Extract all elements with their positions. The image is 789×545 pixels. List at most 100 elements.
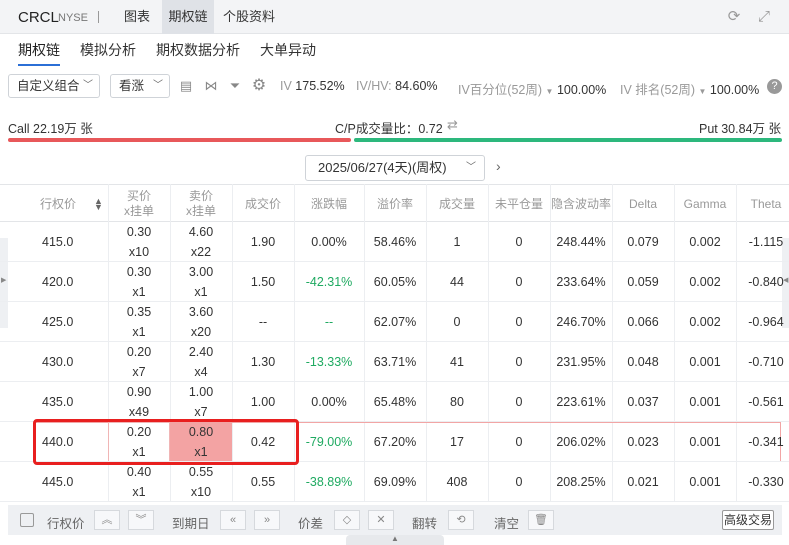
theta-cell: -1.115 [748, 235, 784, 249]
gamma-cell: 0.002 [689, 235, 721, 249]
bid-cell[interactable]: 0.30 x10 [108, 222, 170, 262]
volume-cell: 408 [446, 475, 468, 489]
col-premium[interactable]: 溢价率 [364, 185, 426, 223]
bid-cell[interactable]: 0.20 x7 [108, 342, 170, 382]
theta-cell: -0.330 [748, 475, 784, 489]
subtab-option-data-analysis[interactable]: 期权数据分析 [156, 40, 240, 60]
toolbar: 自定义组合 ﹀ 看涨 ﹀ ▤ ⋈ ⏷ ⚙ IV 175.52% IV/HV: 8… [0, 66, 789, 110]
col-bid[interactable]: 买价 x挂单 [108, 185, 170, 223]
call-volume: Call 22.19万 张 [8, 122, 93, 136]
col-delta[interactable]: Delta [612, 185, 674, 223]
open-interest-cell: 0 [515, 435, 523, 449]
delta-cell: 0.021 [627, 475, 659, 489]
split-view-icon[interactable]: ⋈ [203, 78, 219, 94]
iv-rank-metric[interactable]: IV 排名(52周) ▼ 100.00% [620, 79, 759, 98]
bid-cell[interactable]: 0.30 x1 [108, 262, 170, 302]
chevron-right-icon[interactable]: › [496, 158, 501, 174]
chevron-down-double-icon[interactable]: ︾ [128, 510, 154, 530]
bid-cell[interactable]: 0.35 x1 [108, 302, 170, 342]
close-icon[interactable]: ✕ [368, 510, 394, 530]
table-row[interactable]: 420.0 0.30 x1 3.00 x1 1.50 -42.31% 60.05% 44 0 2… [0, 262, 789, 302]
bid-cell[interactable]: 0.90 x49 [108, 382, 170, 422]
caret-down-icon: ▼ [545, 87, 554, 96]
put-volume: Put 30.84万 张 [699, 122, 781, 136]
table-row[interactable]: 435.0 0.90 x49 1.00 x7 1.00 0.00% 65.48% 80 0 22… [0, 382, 789, 422]
chevron-left-double-icon[interactable]: « [220, 510, 246, 530]
top-bar: CRCL NYSE 图表 期权链 个股资料 ⟳ ⤢ [0, 0, 789, 34]
panel-toggle-icon[interactable] [20, 513, 34, 527]
ask-cell[interactable]: 0.55 x10 [170, 462, 232, 502]
diamond-icon[interactable]: ◇ [334, 510, 360, 530]
col-ask[interactable]: 卖价 x挂单 [170, 185, 232, 223]
table-layout-icon[interactable]: ▤ [178, 78, 194, 94]
col-volume[interactable]: 成交量 [426, 185, 488, 223]
premium-cell: 60.05% [373, 275, 417, 289]
table-row[interactable]: 425.0 0.35 x1 3.60 x20 -- -- 62.07% 0 0 246.70% 0… [0, 302, 789, 342]
chevron-right-double-icon[interactable]: » [254, 510, 280, 530]
ask-cell[interactable]: 4.60 x22 [170, 222, 232, 262]
delta-cell: 0.059 [627, 275, 659, 289]
delta-cell: 0.023 [627, 435, 659, 449]
table-row[interactable]: 445.0 0.40 x1 0.55 x10 0.55 -38.89% 69.09% 408… [0, 462, 789, 502]
open-interest-cell: 0 [515, 275, 523, 289]
premium-cell: 67.20% [373, 435, 417, 449]
volume-cell: 1 [453, 235, 461, 249]
help-icon[interactable]: ? [767, 79, 782, 94]
iv-rank-value: 100.00% [709, 83, 760, 97]
expiry-select[interactable]: 2025/06/27(4天)(周权) ﹀ [305, 155, 485, 181]
subtab-block-trades[interactable]: 大单异动 [260, 40, 316, 60]
direction-select[interactable]: 看涨 ﹀ [110, 74, 170, 98]
col-change[interactable]: 涨跌幅 [294, 185, 364, 223]
iv-label: IV [280, 79, 292, 93]
col-theta[interactable]: Theta [736, 185, 789, 223]
gamma-cell: 0.001 [689, 395, 721, 409]
fullscreen-icon[interactable]: ⤢ [755, 8, 773, 26]
refresh-icon[interactable]: ⟲ [448, 510, 474, 530]
iv-cell: 246.70% [556, 315, 606, 329]
bottom-bar: 行权价 ︽ ︾ 到期日 « » 价差 ◇ ✕ 翻转 ⟲ 清空 🗑 高级交易 [8, 505, 782, 535]
col-strike[interactable]: 行权价 [8, 185, 108, 223]
combo-select[interactable]: 自定义组合 ﹀ [8, 74, 100, 98]
gear-icon[interactable]: ⚙ [251, 78, 267, 94]
bid-cell[interactable]: 0.40 x1 [108, 462, 170, 502]
tab-option-chain[interactable]: 期权链 [162, 0, 214, 34]
iv-percentile-metric[interactable]: IV百分位(52周) ▼ 100.00% [458, 79, 606, 98]
ask-cell[interactable]: 3.60 x20 [170, 302, 232, 342]
theta-cell: -0.964 [748, 315, 784, 329]
put-bar [354, 138, 782, 142]
ask-cell[interactable]: 3.00 x1 [170, 262, 232, 302]
col-open-interest[interactable]: 未平仓量 [488, 185, 550, 223]
ask-cell[interactable]: 1.00 x7 [170, 382, 232, 422]
tab-stock-profile[interactable]: 个股资料 [216, 0, 282, 34]
theta-cell: -0.840 [748, 275, 784, 289]
strike-cell: 415.0 [42, 235, 74, 249]
table-row[interactable]: 430.0 0.20 x7 2.40 x4 1.30 -13.33% 63.71% 41 0 2… [0, 342, 789, 382]
chevron-down-icon: ﹀ [466, 162, 476, 173]
subtab-simulation[interactable]: 模拟分析 [80, 40, 136, 60]
ivhv-metric: IV/HV: 84.60% [356, 79, 438, 93]
swap-icon[interactable]: ⇄ [447, 117, 458, 133]
table-row[interactable]: 415.0 0.30 x10 4.60 x22 1.90 0.00% 58.46% 1 0 24… [0, 222, 789, 262]
volume-cell: 0 [453, 315, 461, 329]
strike-cell: 430.0 [42, 355, 74, 369]
refresh-icon[interactable]: ⟳ [725, 8, 743, 26]
col-iv[interactable]: 隐含波动率 [550, 185, 612, 223]
col-gamma[interactable]: Gamma [674, 185, 736, 223]
subtab-option-chain[interactable]: 期权链 [18, 40, 60, 60]
premium-cell: 69.09% [373, 475, 417, 489]
chevron-up-double-icon[interactable]: ︽ [94, 510, 120, 530]
sort-icon[interactable]: ▲ ▼ [94, 197, 103, 212]
gamma-cell: 0.001 [689, 355, 721, 369]
iv-cell: 248.44% [556, 235, 606, 249]
ask-cell[interactable]: 2.40 x4 [170, 342, 232, 382]
iv-percentile-value: 100.00% [556, 83, 607, 97]
filter-icon[interactable]: ⏷ [227, 78, 243, 94]
bottom-collapse-handle[interactable]: ▲ [346, 534, 444, 545]
strike-nav-label: 行权价 [47, 517, 85, 531]
change-cell: -- [324, 315, 334, 329]
tab-chart[interactable]: 图表 [112, 0, 162, 34]
gamma-cell: 0.001 [689, 475, 721, 489]
col-last[interactable]: 成交价 [232, 185, 294, 223]
trash-icon[interactable]: 🗑 [528, 510, 554, 530]
advanced-trade-button[interactable]: 高级交易 [722, 510, 774, 530]
